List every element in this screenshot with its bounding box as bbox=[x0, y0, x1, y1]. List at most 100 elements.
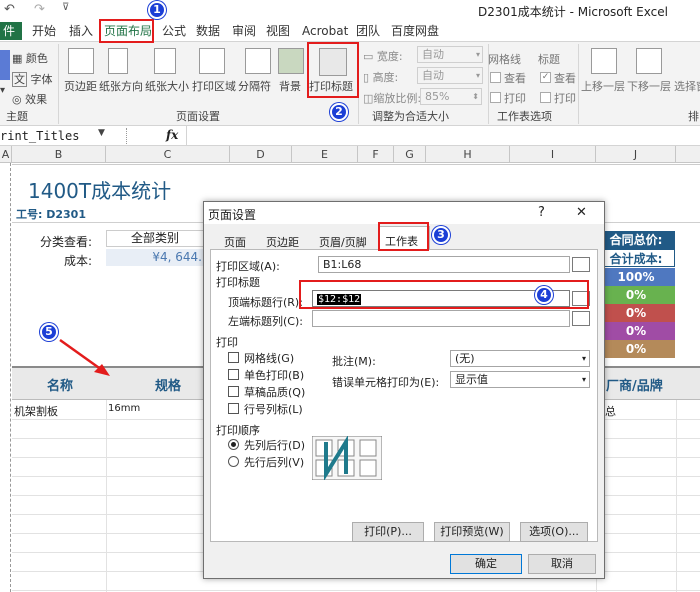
background-button[interactable]: 背景 bbox=[279, 78, 301, 94]
cols-to-repeat-input[interactable] bbox=[312, 310, 570, 327]
filter-label: 分类查看: bbox=[40, 235, 93, 249]
pct-cell-4: 0% bbox=[597, 322, 675, 340]
margins-icon bbox=[68, 48, 94, 74]
tab-view[interactable]: 视图 bbox=[266, 22, 290, 40]
tab-home[interactable]: 开始 bbox=[32, 22, 56, 40]
radio-dot bbox=[231, 442, 236, 447]
height-value: 自动 bbox=[422, 69, 444, 82]
tab-file[interactable]: 件 bbox=[0, 22, 22, 40]
black-white-label: 单色打印(B) bbox=[244, 369, 305, 382]
row-col-headings-checkbox[interactable] bbox=[228, 403, 239, 414]
print-area-icon bbox=[199, 48, 225, 74]
gridlines-print-label: 打印 bbox=[504, 92, 526, 105]
dialog-tab-header-footer[interactable]: 页眉/页脚 bbox=[319, 234, 367, 250]
filter-select[interactable]: 全部类别 bbox=[106, 230, 204, 247]
separator bbox=[186, 126, 187, 146]
tab-baidu[interactable]: 百度网盘 bbox=[391, 22, 439, 40]
sheet-options-group-label: 工作表选项 bbox=[497, 110, 552, 123]
name-box[interactable]: rint_Titles bbox=[0, 128, 110, 144]
ok-button[interactable]: 确定 bbox=[450, 554, 522, 574]
pct-cell-2: 0% bbox=[597, 286, 675, 304]
print-area-input[interactable]: B1:L68 bbox=[318, 256, 570, 273]
chevron-down-icon[interactable]: ▼ bbox=[98, 128, 105, 138]
send-backward-icon bbox=[636, 48, 662, 74]
column-header-F[interactable]: F bbox=[358, 146, 394, 163]
column-headers: A B C D E F G H I J bbox=[0, 146, 700, 163]
headings-heading: 标题 bbox=[538, 53, 560, 66]
gridlines-checkbox[interactable] bbox=[228, 352, 239, 363]
headings-print-checkbox[interactable] bbox=[540, 92, 551, 103]
step-badge-2: 2 bbox=[330, 103, 348, 121]
down-then-over-radio[interactable] bbox=[228, 439, 239, 450]
colors-button[interactable]: ▦ 颜色 bbox=[12, 50, 48, 66]
column-header-H[interactable]: H bbox=[426, 146, 510, 163]
redo-icon[interactable]: ↷ bbox=[34, 2, 45, 17]
gridlines-view-label: 查看 bbox=[504, 72, 526, 85]
column-header-J[interactable]: J bbox=[596, 146, 676, 163]
cancel-button[interactable]: 取消 bbox=[528, 554, 596, 574]
width-select[interactable]: 自动 ▾ bbox=[417, 46, 483, 63]
size-button[interactable]: 纸张大小 bbox=[145, 78, 189, 94]
errors-select[interactable]: 显示值 ▾ bbox=[450, 371, 590, 388]
column-header-G[interactable]: G bbox=[394, 146, 426, 163]
collapse-dialog-icon[interactable] bbox=[572, 311, 590, 326]
send-backward-button[interactable]: 下移一层 bbox=[627, 78, 671, 94]
scale-input[interactable]: 85% ⬍ bbox=[420, 88, 482, 105]
orientation-button[interactable]: 纸张方向 bbox=[99, 78, 143, 94]
bring-forward-button[interactable]: 上移一层 bbox=[581, 78, 625, 94]
dialog-tab-page[interactable]: 页面 bbox=[224, 234, 246, 250]
dialog-tab-margins[interactable]: 页边距 bbox=[266, 234, 299, 250]
callout-box-sheet-tab bbox=[378, 222, 429, 251]
cost-value: ¥4, 644. bbox=[106, 249, 204, 266]
step-badge-1: 1 bbox=[148, 1, 166, 19]
themes-icon[interactable] bbox=[0, 50, 10, 80]
arrange-group-label: 排 bbox=[688, 110, 699, 123]
options-button[interactable]: 选项(O)... bbox=[520, 522, 588, 542]
headings-view-checkbox[interactable]: ✓ bbox=[540, 72, 551, 83]
page-break-line bbox=[10, 163, 11, 592]
column-header-I[interactable]: I bbox=[510, 146, 596, 163]
column-header-D[interactable]: D bbox=[230, 146, 292, 163]
print-area-button[interactable]: 打印区域 bbox=[192, 78, 236, 94]
dialog-title: 页面设置 bbox=[208, 208, 257, 222]
page-order-preview-icon bbox=[312, 436, 382, 480]
margins-button[interactable]: 页边距 bbox=[64, 78, 97, 94]
print-button[interactable]: 打印(P)... bbox=[352, 522, 424, 542]
draft-checkbox[interactable] bbox=[228, 386, 239, 397]
column-header-B[interactable]: B bbox=[12, 146, 106, 163]
over-then-down-radio[interactable] bbox=[228, 456, 239, 467]
selection-pane-button[interactable]: 选择窗 bbox=[674, 78, 700, 94]
tab-formulas[interactable]: 公式 bbox=[162, 22, 186, 40]
errors-label: 错误单元格打印为(E): bbox=[332, 376, 440, 389]
tab-review[interactable]: 审阅 bbox=[232, 22, 256, 40]
down-then-over-label: 先列后行(D) bbox=[244, 439, 306, 452]
height-label-text: 高度: bbox=[372, 71, 399, 84]
step-badge-4: 4 bbox=[535, 286, 553, 304]
column-header-A[interactable]: A bbox=[0, 146, 12, 163]
tab-team[interactable]: 团队 bbox=[356, 22, 380, 40]
insert-function-icon[interactable]: fx bbox=[166, 128, 178, 142]
gridlines-view-checkbox[interactable] bbox=[490, 72, 501, 83]
column-header-E[interactable]: E bbox=[292, 146, 358, 163]
colors-label: 颜色 bbox=[25, 52, 48, 65]
comments-select[interactable]: (无) ▾ bbox=[450, 350, 590, 367]
column-header-C[interactable]: C bbox=[106, 146, 230, 163]
tab-insert[interactable]: 插入 bbox=[69, 22, 93, 40]
fonts-button[interactable]: 文 字体 bbox=[12, 71, 53, 87]
close-icon[interactable]: ✕ bbox=[576, 205, 587, 220]
collapse-dialog-icon[interactable] bbox=[572, 257, 590, 272]
gridlines-print-checkbox[interactable] bbox=[490, 92, 501, 103]
qat-customize-icon[interactable]: ⊽ bbox=[62, 2, 69, 13]
grid-line bbox=[106, 400, 107, 592]
print-preview-button[interactable]: 打印预览(W) bbox=[434, 522, 510, 542]
height-select[interactable]: 自动 ▾ bbox=[417, 67, 483, 84]
black-white-checkbox[interactable] bbox=[228, 369, 239, 380]
header-vendor: 厂商/品牌 bbox=[606, 379, 663, 394]
tab-data[interactable]: 数据 bbox=[196, 22, 220, 40]
row1-vendor: 总 bbox=[605, 405, 616, 418]
undo-icon[interactable]: ↶ bbox=[4, 2, 15, 17]
breaks-button[interactable]: 分隔符 bbox=[238, 78, 271, 94]
help-icon[interactable]: ? bbox=[538, 205, 545, 220]
tab-acrobat[interactable]: Acrobat bbox=[302, 22, 348, 40]
effects-button[interactable]: ◎ 效果 bbox=[12, 91, 47, 107]
